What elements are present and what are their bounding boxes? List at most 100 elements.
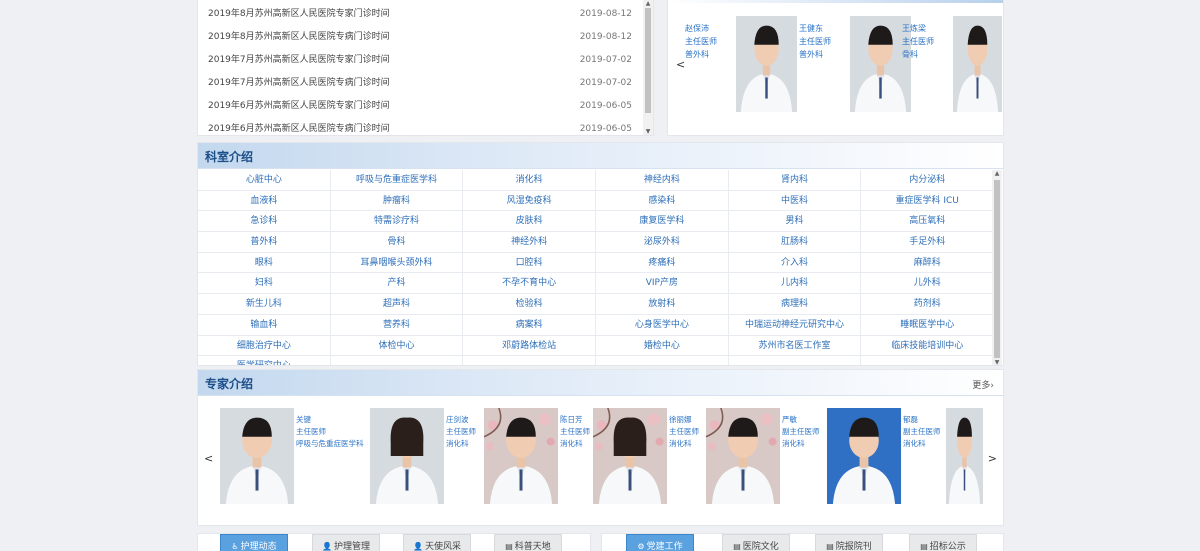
expert-photo[interactable] — [827, 408, 901, 504]
scroll-up-icon[interactable]: ▲ — [643, 0, 653, 8]
doctor-card[interactable]: 王炼梁 主任医师 骨科 — [902, 16, 1002, 114]
scroll-thumb[interactable] — [645, 8, 651, 113]
tab-tabs_right-2[interactable]: ▤ 院报院刊 — [815, 534, 883, 551]
department-link[interactable]: 放射科 — [596, 294, 729, 314]
department-link[interactable]: 肛肠科 — [729, 232, 862, 252]
department-link[interactable]: 细胞治疗中心 — [198, 335, 331, 356]
carousel-prev-button[interactable]: < — [676, 58, 685, 71]
doctor-name[interactable]: 王健东 — [799, 22, 831, 35]
tab-tabs_right-1[interactable]: ▤ 医院文化 — [722, 534, 790, 551]
expert-photo[interactable] — [946, 408, 983, 504]
department-link[interactable]: 输血科 — [198, 314, 331, 335]
department-link[interactable]: 手足外科 — [861, 232, 993, 252]
more-link[interactable]: 更多› — [972, 378, 994, 391]
department-link[interactable]: 特需诊疗科 — [331, 211, 464, 232]
department-link[interactable]: 婚检中心 — [596, 335, 729, 356]
department-link[interactable]: 肾内科 — [729, 170, 862, 190]
expert-photo[interactable] — [706, 408, 780, 504]
news-title[interactable]: 2019年8月苏州高新区人民医院专家门诊时间 — [208, 4, 390, 24]
department-link[interactable]: 病理科 — [729, 294, 862, 314]
scroll-down-icon[interactable]: ▼ — [992, 359, 1002, 365]
news-title[interactable]: 2019年6月苏州高新区人民医院专家门诊时间 — [208, 96, 390, 116]
doctor-photo[interactable] — [953, 16, 1002, 112]
department-link[interactable]: 药剂科 — [861, 294, 993, 314]
department-link[interactable]: 普外科 — [198, 232, 331, 252]
department-link[interactable]: VIP产房 — [596, 273, 729, 294]
department-link[interactable]: 男科 — [729, 211, 862, 232]
news-item[interactable]: 2019年8月苏州高新区人民医院专家门诊时间 2019-08-12 — [208, 4, 632, 24]
department-link[interactable]: 泌尿外科 — [596, 232, 729, 252]
department-link[interactable]: 骨科 — [331, 232, 464, 252]
doctor-name[interactable]: 王炼梁 — [902, 22, 934, 35]
department-link[interactable]: 疼痛科 — [596, 252, 729, 273]
department-link[interactable]: 耳鼻咽喉头颈外科 — [331, 252, 464, 273]
department-link[interactable]: 不孕不育中心 — [463, 273, 597, 294]
department-link[interactable]: 神经内科 — [596, 170, 729, 190]
expert-card[interactable]: 关键 主任医师 呼吸与危重症医学科 — [220, 408, 380, 506]
news-scrollbar[interactable]: ▲ ▼ — [643, 0, 653, 135]
doctor-name[interactable]: 赵保沛 — [685, 22, 717, 35]
department-link[interactable]: 检验科 — [463, 294, 597, 314]
department-link[interactable]: 中瑞运动神经元研究中心 — [729, 314, 862, 335]
tab-tabs_left-2[interactable]: 👤 天使风采 — [403, 534, 471, 551]
department-link[interactable]: 病案科 — [463, 314, 597, 335]
expert-name[interactable]: 关键 — [296, 414, 364, 426]
tab-tabs_left-3[interactable]: ▤ 科普天地 — [494, 534, 562, 551]
department-link[interactable]: 产科 — [331, 273, 464, 294]
department-link[interactable]: 中医科 — [729, 190, 862, 211]
tab-tabs_right-0[interactable]: ⚙ 党建工作 — [626, 534, 694, 551]
expert-name[interactable]: 陈日芳 — [560, 414, 590, 426]
doctor-photo[interactable] — [736, 16, 797, 112]
department-link[interactable]: 消化科 — [463, 170, 597, 190]
news-title[interactable]: 2019年6月苏州高新区人民医院专病门诊时间 — [208, 119, 390, 135]
news-item[interactable]: 2019年6月苏州高新区人民医院专病门诊时间 2019-06-05 — [208, 119, 632, 135]
department-link[interactable]: 肿瘤科 — [331, 190, 464, 211]
department-link[interactable]: 医学研究中心 — [198, 356, 331, 365]
department-link[interactable]: 高压氧科 — [861, 211, 993, 231]
department-link[interactable]: 康复医学科 — [596, 211, 729, 232]
department-link[interactable]: 营养科 — [331, 314, 464, 335]
department-link[interactable]: 新生儿科 — [198, 294, 331, 314]
department-link[interactable]: 内分泌科 — [861, 170, 993, 190]
expert-prev-button[interactable]: < — [204, 452, 213, 465]
department-link[interactable]: 麻醉科 — [861, 253, 993, 273]
department-link[interactable]: 呼吸与危重症医学科 — [331, 170, 464, 190]
expert-photo[interactable] — [370, 408, 444, 504]
department-link[interactable]: 血液科 — [198, 190, 331, 211]
news-item[interactable]: 2019年7月苏州高新区人民医院专家门诊时间 2019-07-02 — [208, 50, 632, 70]
department-link[interactable]: 介入科 — [729, 252, 862, 273]
tab-tabs_right-3[interactable]: ▤ 招标公示 — [909, 534, 977, 551]
expert-name[interactable]: 庄剑波 — [446, 414, 476, 426]
department-link[interactable]: 苏州市名医工作室 — [729, 335, 862, 356]
department-link[interactable]: 心身医学中心 — [596, 314, 729, 335]
expert-name[interactable]: 郁磊 — [903, 414, 941, 426]
scroll-up-icon[interactable]: ▲ — [992, 170, 1002, 178]
expert-name[interactable]: 徐丽娜 — [669, 414, 699, 426]
doctor-card[interactable]: 赵保沛 主任医师 普外科 — [685, 16, 797, 114]
department-link[interactable]: 眼科 — [198, 252, 331, 273]
department-link[interactable]: 皮肤科 — [463, 211, 597, 232]
expert-card[interactable] — [946, 408, 983, 506]
news-title[interactable]: 2019年7月苏州高新区人民医院专病门诊时间 — [208, 73, 390, 93]
department-link[interactable]: 口腔科 — [463, 252, 597, 273]
expert-photo[interactable] — [593, 408, 667, 504]
doctor-card[interactable]: 王健东 主任医师 普外科 — [799, 16, 911, 114]
news-item[interactable]: 2019年6月苏州高新区人民医院专家门诊时间 2019-06-05 — [208, 96, 632, 116]
news-title[interactable]: 2019年8月苏州高新区人民医院专病门诊时间 — [208, 27, 390, 47]
department-link[interactable]: 临床技能培训中心 — [861, 336, 993, 356]
department-link[interactable]: 睡眠医学中心 — [861, 315, 993, 335]
department-link[interactable]: 感染科 — [596, 190, 729, 211]
expert-photo[interactable] — [220, 408, 294, 504]
news-item[interactable]: 2019年7月苏州高新区人民医院专病门诊时间 2019-07-02 — [208, 73, 632, 93]
department-link[interactable]: 风湿免疫科 — [463, 190, 597, 211]
department-link[interactable]: 妇科 — [198, 273, 331, 294]
tab-tabs_left-0[interactable]: ♿ 护理动态 — [220, 534, 288, 551]
scroll-down-icon[interactable]: ▼ — [643, 128, 653, 135]
department-link[interactable]: 儿内科 — [729, 273, 862, 294]
department-scrollbar[interactable]: ▲ ▼ — [992, 170, 1002, 365]
department-link[interactable]: 神经外科 — [463, 232, 597, 252]
department-link[interactable]: 邓蔚路体检站 — [463, 335, 597, 356]
scroll-thumb[interactable] — [994, 180, 1000, 358]
news-item[interactable]: 2019年8月苏州高新区人民医院专病门诊时间 2019-08-12 — [208, 27, 632, 47]
tab-tabs_left-1[interactable]: 👤 护理管理 — [312, 534, 380, 551]
